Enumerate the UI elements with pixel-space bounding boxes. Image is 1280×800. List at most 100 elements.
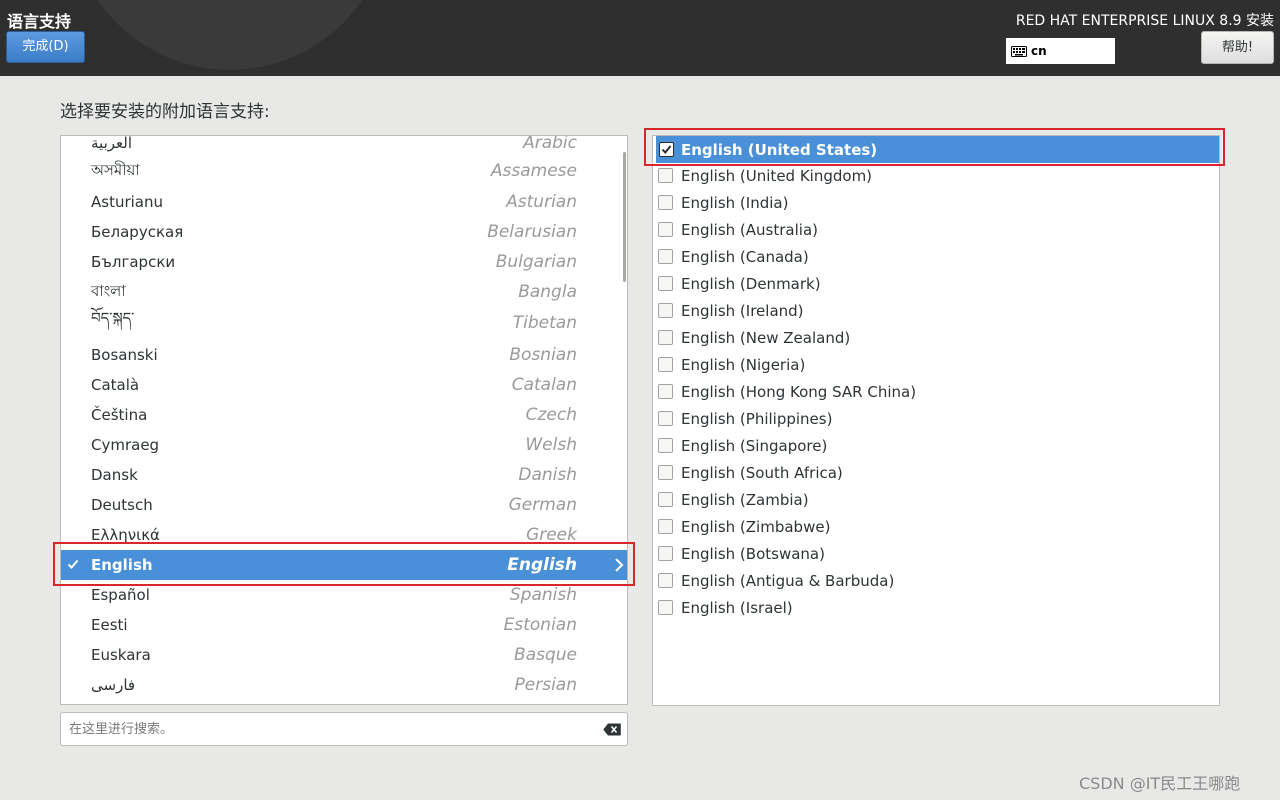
language-native-name: فارسی (91, 676, 136, 694)
locale-row[interactable]: English (New Zealand) (653, 324, 1219, 351)
language-row[interactable]: བོད་སྐད་ Tibetan (61, 308, 627, 338)
language-native-name: Bosanski (91, 346, 158, 364)
language-english-name: Asturian (506, 192, 577, 212)
language-english-name: Assamese (490, 161, 577, 181)
locale-row[interactable]: English (Canada) (653, 243, 1219, 270)
language-row[interactable]: العربية Arabic (61, 135, 627, 158)
help-button[interactable]: 帮助! (1201, 31, 1274, 64)
language-row[interactable]: Eesti Estonian (61, 610, 627, 640)
language-native-name: العربية (91, 135, 132, 152)
locale-row[interactable]: English (Nigeria) (653, 351, 1219, 378)
locale-row[interactable]: English (India) (653, 189, 1219, 216)
keyboard-layout-indicator[interactable]: cn (1006, 38, 1115, 64)
locale-checkbox[interactable] (658, 438, 673, 453)
locale-row[interactable]: English (Zimbabwe) (653, 513, 1219, 540)
done-button[interactable]: 完成(D) (6, 31, 85, 63)
language-native-name: অসমীয়া (91, 160, 140, 179)
language-english-name: Bulgarian (495, 252, 577, 272)
language-row[interactable]: Euskara Basque (61, 640, 627, 670)
language-native-name: বাংলা (91, 281, 126, 300)
language-native-name: Cymraeg (91, 436, 160, 454)
language-native-name: Català (91, 376, 140, 394)
language-row[interactable]: Bosanski Bosnian (61, 340, 627, 370)
language-english-name: German (508, 495, 577, 515)
language-english-name: Estonian (503, 615, 577, 635)
locale-row[interactable]: English (Botswana) (653, 540, 1219, 567)
keyboard-icon (1011, 45, 1027, 57)
language-native-name: Deutsch (91, 496, 153, 514)
locale-checkbox[interactable] (658, 276, 673, 291)
language-english-name: Welsh (525, 435, 577, 455)
locale-checkbox[interactable] (658, 573, 673, 588)
language-english-name: Belarusian (487, 222, 577, 242)
locale-checkbox[interactable] (658, 492, 673, 507)
locale-row[interactable]: English (Zambia) (653, 486, 1219, 513)
locale-checkbox[interactable] (658, 249, 673, 264)
locale-label: English (Antigua & Barbuda) (681, 571, 895, 590)
language-english-name: Bangla (518, 282, 577, 302)
language-native-name: Euskara (91, 646, 151, 664)
locale-checkbox[interactable] (658, 195, 673, 210)
locale-row[interactable]: English (Israel) (653, 594, 1219, 621)
language-row[interactable]: অসমীয়া Assamese (61, 156, 627, 186)
language-search-input[interactable] (69, 719, 589, 739)
language-english-name: Czech (525, 405, 577, 425)
locale-row[interactable]: English (Denmark) (653, 270, 1219, 297)
language-row[interactable]: Cymraeg Welsh (61, 430, 627, 460)
locale-checkbox[interactable] (658, 465, 673, 480)
language-row[interactable]: Deutsch German (61, 490, 627, 520)
locale-label: English (India) (681, 193, 789, 212)
language-row[interactable]: Català Catalan (61, 370, 627, 400)
language-native-name: བོད་སྐད་ (91, 309, 135, 327)
locale-checkbox[interactable] (658, 168, 673, 183)
locale-checkbox[interactable] (658, 546, 673, 561)
locale-checkbox[interactable] (658, 519, 673, 534)
language-native-name: Čeština (91, 406, 148, 424)
locale-checkbox[interactable] (658, 222, 673, 237)
language-english-name: Tibetan (512, 313, 577, 333)
locale-row[interactable]: English (Philippines) (653, 405, 1219, 432)
locale-checkbox[interactable] (658, 600, 673, 615)
language-search-box[interactable] (60, 712, 628, 746)
language-english-name: Danish (518, 465, 577, 485)
language-row[interactable]: Asturianu Asturian (61, 187, 627, 217)
locale-checkbox[interactable] (658, 411, 673, 426)
locale-checkbox[interactable] (658, 303, 673, 318)
locale-row[interactable]: English (Australia) (653, 216, 1219, 243)
language-row[interactable]: فارسی Persian (61, 670, 627, 700)
highlight-box-selected-locale (644, 128, 1225, 166)
locale-row[interactable]: English (Ireland) (653, 297, 1219, 324)
language-english-name: Basque (514, 645, 577, 665)
locale-label: English (Australia) (681, 220, 818, 239)
locale-checkbox[interactable] (658, 357, 673, 372)
locale-label: English (Nigeria) (681, 355, 806, 374)
keyboard-layout-label: cn (1031, 44, 1047, 58)
language-native-name: Dansk (91, 466, 138, 484)
locale-label: English (New Zealand) (681, 328, 851, 347)
language-english-name: Catalan (511, 375, 577, 395)
language-row[interactable]: Čeština Czech (61, 400, 627, 430)
language-row[interactable]: Български Bulgarian (61, 247, 627, 277)
locale-list[interactable]: English (United States) English (United K… (652, 135, 1220, 706)
language-native-name: Български (91, 253, 176, 271)
locale-checkbox[interactable] (658, 330, 673, 345)
header-bar: 语言支持 完成(D) RED HAT ENTERPRISE LINUX 8.9 … (0, 0, 1280, 76)
locale-label: English (Singapore) (681, 436, 828, 455)
locale-checkbox[interactable] (658, 384, 673, 399)
page-prompt: 选择要安装的附加语言支持: (60, 102, 270, 122)
language-row[interactable]: বাংলা Bangla (61, 277, 627, 307)
locale-row[interactable]: English (United Kingdom) (653, 162, 1219, 189)
locale-row[interactable]: English (Singapore) (653, 432, 1219, 459)
clear-search-icon[interactable] (603, 723, 621, 736)
locale-row[interactable]: English (South Africa) (653, 459, 1219, 486)
language-row[interactable]: Dansk Danish (61, 460, 627, 490)
locale-label: English (Philippines) (681, 409, 833, 428)
locale-label: English (Zimbabwe) (681, 517, 831, 536)
language-row[interactable]: Беларуская Belarusian (61, 217, 627, 247)
locale-label: English (United Kingdom) (681, 166, 873, 185)
locale-row[interactable]: English (Antigua & Barbuda) (653, 567, 1219, 594)
watermark: CSDN @IT民工王哪跑 (1079, 774, 1241, 793)
language-english-name: Persian (514, 675, 577, 695)
language-list[interactable]: العربية Arabic অসমীয়া Assamese Asturianu Ast… (60, 135, 628, 705)
locale-row[interactable]: English (Hong Kong SAR China) (653, 378, 1219, 405)
